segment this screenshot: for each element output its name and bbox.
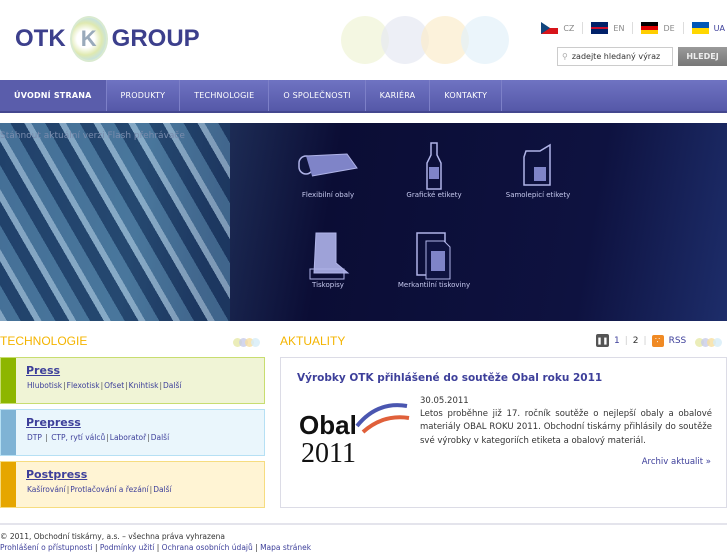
jar-icon [488, 141, 588, 191]
copyright: © 2011, Obchodní tiskárny, a.s. – všechn… [0, 532, 225, 541]
search-icon: ⚲ [562, 52, 568, 61]
lang-en[interactable]: EN [583, 22, 634, 34]
flash-download-link[interactable]: Stáhnout aktuální verzi Flash přehrávače [0, 131, 185, 141]
nav-career[interactable]: KARIÉRA [366, 80, 431, 111]
language-switcher: CZ EN DE UA [533, 22, 727, 34]
lang-label: DE [663, 23, 675, 33]
technologie-heading: TECHNOLOGIE [0, 334, 88, 348]
rss-icon[interactable]: ∵ [651, 334, 664, 347]
nav-products[interactable]: PRODUKTY [107, 80, 181, 111]
product-label: Tiskopisy [312, 281, 344, 289]
postpress-icon [1, 462, 16, 507]
nav-technology[interactable]: TECHNOLOGIE [180, 80, 270, 111]
lang-label: EN [613, 23, 625, 33]
footer: © 2011, Obchodní tiskárny, a.s. – všechn… [0, 523, 727, 553]
tech-press-title[interactable]: Press [26, 364, 60, 377]
decorative-circles [341, 16, 509, 64]
link[interactable]: CTP, rytí válců [51, 433, 105, 442]
search-placeholder: zadejte hledaný výraz [571, 52, 661, 61]
news-archive-link[interactable]: Archiv aktualit » [642, 457, 711, 467]
documents-icon [384, 231, 484, 281]
decorative-dots [695, 338, 722, 347]
svg-text:2011: 2011 [301, 438, 356, 466]
ua-flag-icon [691, 22, 709, 34]
search-button[interactable]: HLEDEJ [678, 47, 727, 66]
uk-flag-icon [591, 22, 609, 34]
product-label: Flexibilní obaly [301, 191, 355, 199]
footer-link[interactable]: Podmínky užití [100, 543, 154, 552]
lang-ua[interactable]: UA [684, 22, 727, 34]
link[interactable]: Kašírování [27, 485, 66, 494]
link[interactable]: Další [153, 485, 171, 494]
product-forms[interactable]: Tiskopisy [278, 231, 378, 289]
hero-banner: Stáhnout aktuální verzi Flash přehrávače… [0, 123, 727, 321]
footer-link[interactable]: Prohlášení o přístupnosti [0, 543, 93, 552]
tech-postpress: Postpress Kašírování|Protlačování a řezá… [0, 461, 265, 508]
nav-contacts[interactable]: KONTAKTY [430, 80, 503, 111]
nav-company[interactable]: O SPOLEČNOSTI [269, 80, 366, 111]
lang-label: CZ [563, 23, 575, 33]
link[interactable]: Ofset [104, 381, 124, 390]
footer-links: Prohlášení o přístupnosti | Podmínky uži… [0, 543, 312, 552]
decorative-dots [233, 338, 260, 347]
link[interactable]: Laboratoř [110, 433, 146, 442]
logo-mark: K [69, 16, 108, 62]
main-nav: ÚVODNÍ STRANA PRODUKTY TECHNOLOGIE O SPO… [0, 80, 727, 113]
news-text: Letos proběhne již 17. ročník soutěže o … [420, 409, 712, 446]
de-flag-icon [641, 22, 659, 34]
product-label: Samolepicí etikety [505, 191, 571, 199]
news-item: Výrobky OTK přihlášené do soutěže Obal r… [280, 357, 727, 508]
nav-home[interactable]: ÚVODNÍ STRANA [0, 80, 107, 111]
obal-roku-logo: Obal 2011 [297, 396, 411, 469]
tech-postpress-title[interactable]: Postpress [26, 468, 87, 481]
tech-prepress-title[interactable]: Prepress [26, 416, 81, 429]
bottle-icon [384, 141, 484, 191]
product-graphic-labels[interactable]: Grafické etikety [384, 141, 484, 199]
news-date: 30.05.2011 [420, 396, 469, 406]
cz-flag-icon [541, 22, 559, 34]
product-stationery[interactable]: Merkantilní tiskoviny [384, 231, 484, 289]
product-label: Merkantilní tiskoviny [397, 281, 471, 289]
tech-postpress-links: Kašírování|Protlačování a řezání|Další [27, 485, 172, 494]
lang-de[interactable]: DE [633, 22, 684, 34]
search-input[interactable]: ⚲ zadejte hledaný výraz [557, 47, 673, 66]
pause-icon[interactable]: ❚❚ [596, 334, 609, 347]
link[interactable]: Další [151, 433, 169, 442]
link[interactable]: Další [163, 381, 181, 390]
link[interactable]: Hlubotisk [27, 381, 62, 390]
lang-cz[interactable]: CZ [533, 22, 584, 34]
page-1[interactable]: 1 [614, 336, 620, 346]
link[interactable]: Protlačování a řezání [70, 485, 148, 494]
lang-label: UA [713, 23, 725, 33]
press-icon [1, 358, 16, 403]
tech-press-links: Hlubotisk|Flexotisk|Ofset|Knihtisk|Další [27, 381, 182, 390]
news-title[interactable]: Výrobky OTK přihlášené do soutěže Obal r… [297, 372, 602, 384]
tech-prepress: Prepress DTP | CTP, rytí válců|Laboratoř… [0, 409, 265, 456]
prepress-icon [1, 410, 16, 455]
news-controls: ❚❚ 1 | 2 | ∵ RSS [596, 334, 687, 347]
footer-link[interactable]: Ochrana osobních údajů [162, 543, 253, 552]
product-flexible-packaging[interactable]: Flexibilní obaly [278, 141, 378, 199]
product-self-adhesive-labels[interactable]: Samolepicí etikety [488, 141, 588, 199]
page-2[interactable]: 2 [633, 336, 639, 346]
hero-image [0, 123, 230, 321]
link[interactable]: Knihtisk [129, 381, 159, 390]
footer-link[interactable]: Mapa stránek [260, 543, 311, 552]
logo[interactable]: OTK K GROUP [15, 14, 200, 64]
link[interactable]: DTP [27, 433, 42, 442]
svg-text:Obal: Obal [299, 410, 357, 440]
tech-press: Press Hlubotisk|Flexotisk|Ofset|Knihtisk… [0, 357, 265, 404]
rss-link[interactable]: RSS [669, 336, 687, 346]
forms-icon [278, 231, 378, 281]
logo-text: OTK [15, 25, 66, 52]
logo-text: GROUP [111, 25, 200, 52]
product-label: Grafické etikety [406, 191, 462, 199]
tech-prepress-links: DTP | CTP, rytí válců|Laboratoř|Další [27, 433, 170, 442]
film-roll-icon [278, 141, 378, 191]
aktuality-heading: AKTUALITY [280, 334, 346, 348]
link[interactable]: Flexotisk [67, 381, 100, 390]
